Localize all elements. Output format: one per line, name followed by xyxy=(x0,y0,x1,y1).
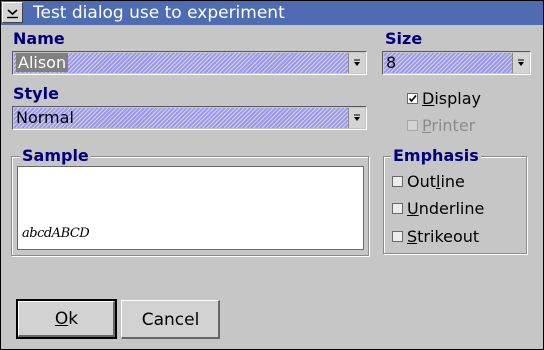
emphasis-group-title: Emphasis xyxy=(391,146,481,165)
size-value: 8 xyxy=(386,53,397,72)
dropdown-arrow-icon xyxy=(518,59,524,66)
display-checkbox[interactable]: Display xyxy=(407,90,481,108)
printer-label-mnemonic: P xyxy=(422,116,432,135)
style-combobox[interactable]: Normal xyxy=(12,106,367,130)
name-value: Alison xyxy=(16,53,69,72)
display-label-rest: isplay xyxy=(434,89,481,108)
dialog-window: Test dialog use to experiment Name Aliso… xyxy=(0,0,544,350)
checkbox-icon[interactable] xyxy=(392,176,403,187)
name-field[interactable]: Alison xyxy=(14,53,348,73)
size-dropdown-button[interactable] xyxy=(512,53,529,73)
cancel-button[interactable]: Cancel xyxy=(121,300,220,339)
printer-label-rest: rinter xyxy=(431,116,476,135)
dropdown-arrow-icon xyxy=(354,114,360,121)
name-combobox[interactable]: Alison xyxy=(12,51,367,75)
size-label: Size xyxy=(385,29,423,48)
title-bar[interactable]: Test dialog use to experiment xyxy=(1,1,543,25)
underline-label-mnemonic: U xyxy=(407,199,419,218)
outline-label-pre: Out xyxy=(407,172,437,191)
system-menu-button[interactable] xyxy=(2,2,23,23)
style-label: Style xyxy=(13,84,59,103)
ok-label-mnemonic: O xyxy=(54,309,69,329)
system-menu-icon xyxy=(7,9,18,19)
printer-checkbox[interactable]: Printer xyxy=(407,117,475,135)
style-field[interactable]: Normal xyxy=(14,108,348,128)
checkbox-icon[interactable] xyxy=(392,203,403,214)
style-dropdown-button[interactable] xyxy=(348,108,365,128)
sample-preview-text: abcdABCD xyxy=(22,226,90,241)
checkbox-icon[interactable] xyxy=(392,231,403,242)
sample-preview: abcdABCD xyxy=(17,166,364,250)
strikeout-label-rest: trikeout xyxy=(417,227,480,246)
size-combobox[interactable]: 8 xyxy=(382,51,531,75)
ok-button-label: Ok xyxy=(18,309,115,329)
checkbox-icon[interactable] xyxy=(407,120,418,131)
ok-label-rest: k xyxy=(68,309,79,329)
sample-group-title: Sample xyxy=(20,146,91,165)
dropdown-arrow-icon xyxy=(354,59,360,66)
strikeout-checkbox[interactable]: Strikeout xyxy=(392,228,479,246)
ok-button[interactable]: Ok xyxy=(16,299,117,339)
display-label-mnemonic: D xyxy=(422,89,435,108)
outline-label-rest: ine xyxy=(440,172,465,191)
window-title: Test dialog use to experiment xyxy=(33,3,285,23)
style-value: Normal xyxy=(16,108,74,127)
underline-label-rest: nderline xyxy=(418,199,485,218)
name-label: Name xyxy=(13,29,65,48)
cancel-button-label: Cancel xyxy=(141,309,200,330)
name-dropdown-button[interactable] xyxy=(348,53,365,73)
strikeout-label-mnemonic: S xyxy=(407,227,418,246)
size-field[interactable]: 8 xyxy=(384,53,512,73)
checkbox-checked-icon[interactable] xyxy=(407,93,418,104)
underline-checkbox[interactable]: Underline xyxy=(392,200,484,218)
outline-checkbox[interactable]: Outline xyxy=(392,173,465,191)
